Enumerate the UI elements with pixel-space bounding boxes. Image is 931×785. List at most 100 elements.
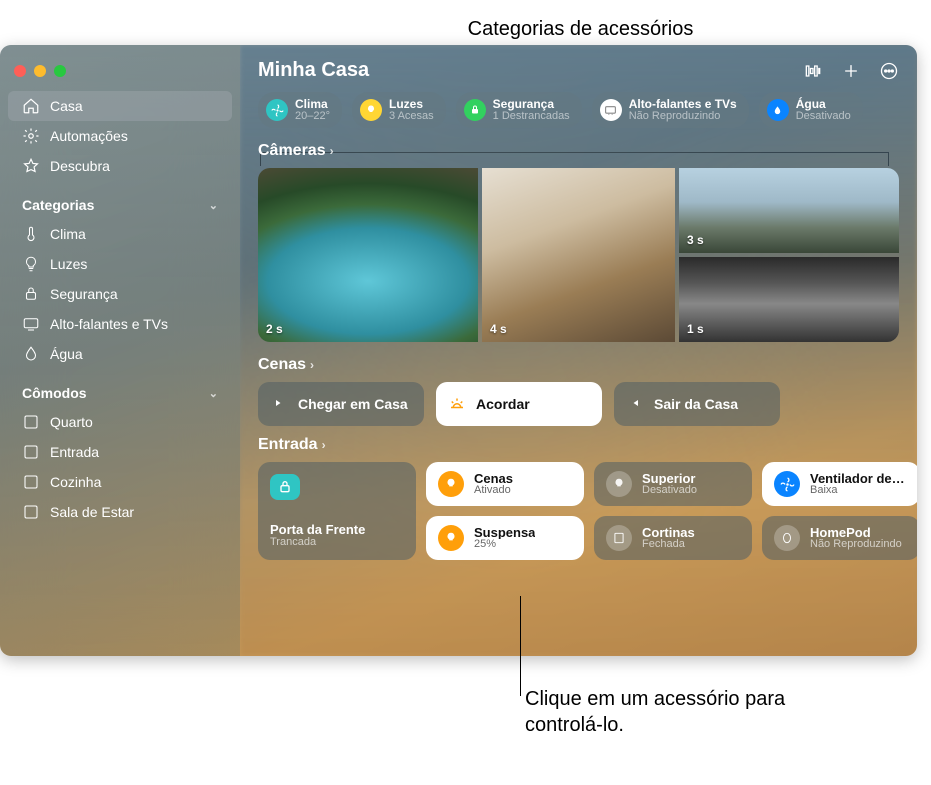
accessory-homepod[interactable]: HomePodNão Reproduzindo [762, 516, 917, 560]
scene-leave[interactable]: Sair da Casa [614, 382, 780, 426]
sidebar-item-label: Cozinha [50, 474, 101, 490]
tile-name: Cenas [474, 472, 513, 486]
tile-name: HomePod [810, 526, 902, 540]
category-pill-lock[interactable]: Segurança1 Destrancadas [456, 92, 582, 128]
sidebar-item-discover[interactable]: Descubra [8, 151, 232, 181]
sidebar-item-lights[interactable]: Luzes [8, 249, 232, 279]
pill-sub: 3 Acesas [389, 111, 434, 123]
camera-tile[interactable]: 3 s [679, 168, 899, 253]
gear-icon [22, 127, 40, 145]
sidebar-item-label: Segurança [50, 286, 118, 302]
sidebar-item-room-entry[interactable]: Entrada [8, 437, 232, 467]
camera-timestamp: 2 s [266, 322, 283, 336]
sidebar-item-water[interactable]: Água [8, 339, 232, 369]
sidebar-item-room-kitchen[interactable]: Cozinha [8, 467, 232, 497]
camera-tile[interactable]: 4 s [482, 168, 675, 342]
room-icon [22, 503, 40, 521]
pill-sub: Desativado [796, 111, 851, 123]
category-pill-bulb[interactable]: Luzes3 Acesas [352, 92, 446, 128]
sidebar-section-rooms[interactable]: Cômodos ⌄ [8, 379, 232, 407]
sidebar-item-automations[interactable]: Automações [8, 121, 232, 151]
accessory-curtains[interactable]: CortinasFechada [594, 516, 752, 560]
tile-sub: Desativado [642, 485, 697, 497]
pill-sub: Não Reproduzindo [629, 111, 737, 123]
light-icon [606, 471, 632, 497]
arrive-icon [270, 394, 288, 415]
bulb-icon [22, 255, 40, 273]
page-title: Minha Casa [258, 59, 369, 82]
camera-tile[interactable]: 2 s [258, 168, 478, 342]
drop-icon [767, 99, 789, 121]
accessory-scenes[interactable]: CenasAtivado [426, 462, 584, 506]
fan-icon [266, 99, 288, 121]
sidebar-item-label: Luzes [50, 256, 87, 272]
sidebar-item-room-living[interactable]: Sala de Estar [8, 497, 232, 527]
accessory-fan[interactable]: Ventilador de TetoBaixa [762, 462, 917, 506]
sidebar-item-home[interactable]: Casa [8, 91, 232, 121]
room-icon [22, 473, 40, 491]
tile-name: Porta da Frente [270, 523, 365, 537]
sidebar-item-room-bedroom[interactable]: Quarto [8, 407, 232, 437]
accessory-pendant[interactable]: Suspensa25% [426, 516, 584, 560]
sidebar-item-label: Água [50, 346, 83, 362]
room-icon [22, 443, 40, 461]
camera-timestamp: 1 s [687, 322, 704, 336]
light-icon [438, 471, 464, 497]
pill-title: Segurança [493, 98, 570, 111]
drop-icon [22, 345, 40, 363]
fan-icon [774, 471, 800, 497]
zoom-button[interactable] [54, 65, 66, 77]
sidebar-item-security[interactable]: Segurança [8, 279, 232, 309]
category-pill-fan[interactable]: Clima20–22° [258, 92, 342, 128]
camera-timestamp: 3 s [687, 233, 704, 247]
scene-sunrise[interactable]: Acordar [436, 382, 602, 426]
leave-icon [626, 394, 644, 415]
camera-tile[interactable]: 1 s [679, 257, 899, 342]
room-icon [22, 413, 40, 431]
pill-title: Luzes [389, 98, 434, 111]
sidebar-item-label: Entrada [50, 444, 99, 460]
chevron-right-icon: › [322, 438, 326, 452]
section-room-title[interactable]: Entrada › [258, 436, 899, 454]
curtain-icon [606, 525, 632, 551]
scene-label: Acordar [476, 396, 530, 412]
accessory-grid: Porta da Frente Trancada CenasAtivado [258, 462, 899, 560]
app-window: Casa Automações Descubra Categorias ⌄ Cl… [0, 45, 917, 656]
tile-name: Suspensa [474, 526, 535, 540]
camera-timestamp: 4 s [490, 322, 507, 336]
category-pill-tv[interactable]: Alto-falantes e TVsNão Reproduzindo [592, 92, 749, 128]
sidebar-item-label: Descubra [50, 158, 110, 174]
section-cameras-title[interactable]: Câmeras › [258, 142, 899, 160]
scene-arrive[interactable]: Chegar em Casa [258, 382, 424, 426]
light-icon [438, 525, 464, 551]
more-button[interactable] [879, 61, 899, 81]
section-scenes-title[interactable]: Cenas › [258, 356, 899, 374]
tile-sub: Trancada [270, 537, 365, 549]
thermometer-icon [22, 225, 40, 243]
close-button[interactable] [14, 65, 26, 77]
accessory-door[interactable]: Porta da Frente Trancada [258, 462, 416, 560]
minimize-button[interactable] [34, 65, 46, 77]
tile-sub: Ativado [474, 485, 513, 497]
sidebar-item-label: Clima [50, 226, 86, 242]
sidebar-item-speakers-tvs[interactable]: Alto-falantes e TVs [8, 309, 232, 339]
scenes-row: Chegar em Casa Acordar Sair da Casa [258, 382, 899, 426]
pill-title: Clima [295, 98, 330, 111]
tile-sub: Baixa [810, 485, 908, 497]
callout-categories: Categorias de acessórios [0, 18, 931, 41]
intercom-icon[interactable] [803, 61, 823, 81]
sunrise-icon [448, 394, 466, 415]
speaker-icon [774, 525, 800, 551]
sidebar-section-categories[interactable]: Categorias ⌄ [8, 191, 232, 219]
tile-name: Superior [642, 472, 697, 486]
accessory-superior[interactable]: SuperiorDesativado [594, 462, 752, 506]
sidebar-item-label: Alto-falantes e TVs [50, 316, 168, 332]
sidebar: Casa Automações Descubra Categorias ⌄ Cl… [0, 45, 240, 656]
sidebar-item-label: Automações [50, 128, 128, 144]
category-pill-drop[interactable]: ÁguaDesativado [759, 92, 863, 128]
tv-icon [600, 99, 622, 121]
add-button[interactable] [841, 61, 861, 81]
sidebar-item-label: Casa [50, 98, 83, 114]
scene-label: Chegar em Casa [298, 396, 408, 412]
sidebar-item-climate[interactable]: Clima [8, 219, 232, 249]
